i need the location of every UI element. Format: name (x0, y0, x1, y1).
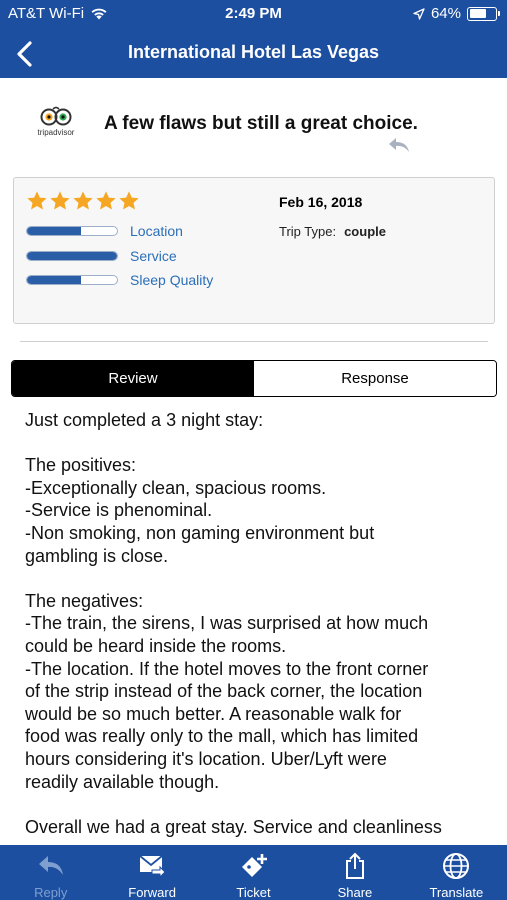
rating-bar-fill (27, 276, 81, 284)
tab-response[interactable]: Response (254, 361, 496, 396)
ticket-add-icon (239, 851, 269, 881)
battery-percent: 64% (430, 5, 461, 22)
forward-mail-icon (137, 851, 167, 881)
translate-button[interactable]: Translate (406, 845, 507, 900)
rating-row-location: Location (26, 223, 183, 239)
reply-icon (36, 851, 66, 881)
ratings-card: Location Service Sleep Quality Feb 16, 2… (13, 177, 495, 324)
rating-bar (26, 226, 118, 236)
review-date: Feb 16, 2018 (279, 194, 363, 210)
trip-type-value: couple (344, 224, 386, 239)
reply-label: Reply (34, 885, 68, 900)
review-text-line: -Exceptionally clean, spacious rooms. (25, 477, 327, 498)
forward-button[interactable]: Forward (101, 845, 202, 900)
review-text-line: -The location. If the hotel moves to the… (25, 658, 429, 679)
review-text-line: hours considering it's location. Uber/Ly… (25, 748, 387, 769)
star-icon (50, 191, 70, 210)
ticket-button[interactable]: Ticket (203, 845, 304, 900)
owl-eyes-icon (40, 106, 72, 126)
review-text-line: readily available though. (25, 771, 220, 792)
share-icon (340, 851, 370, 881)
battery-icon (467, 6, 500, 21)
bottom-toolbar: Reply Forward Ticket Share Translate (0, 845, 507, 900)
location-arrow-icon (413, 7, 425, 20)
star-icon (119, 191, 139, 210)
rating-bar (26, 275, 118, 285)
review-text: Just completed a 3 night stay: The positi… (25, 409, 495, 845)
translate-label: Translate (429, 885, 484, 900)
share-label: Share (337, 885, 373, 900)
star-rating (26, 190, 140, 212)
globe-icon (441, 851, 471, 881)
rating-row-service: Service (26, 248, 177, 264)
rating-bar-fill (27, 252, 117, 260)
review-text-line: -Non smoking, non gaming environment but (25, 522, 375, 543)
review-text-line: would be so much better. A reasonable wa… (25, 703, 402, 724)
tripadvisor-logo: tripadvisor (26, 106, 86, 140)
review-text-line: of the strip instead of the back corner,… (25, 681, 423, 702)
rating-label: Service (130, 248, 177, 264)
reply-button[interactable]: Reply (0, 845, 101, 900)
review-text-line: could be heard inside the rooms. (25, 635, 287, 656)
rating-bar-fill (27, 227, 81, 235)
rating-label: Sleep Quality (130, 272, 214, 288)
divider (20, 341, 488, 342)
reply-arrow-icon (389, 138, 409, 152)
trip-type-label: Trip Type: (279, 224, 337, 239)
review-text-line: Just completed a 3 night stay: (25, 410, 264, 430)
status-right: 64% (413, 5, 500, 22)
battery-fill (469, 9, 486, 18)
forward-label: Forward (128, 885, 176, 900)
review-response-tabs: Review Response (11, 360, 497, 397)
review-text-line: The negatives: (25, 590, 144, 611)
review-text-line: gambling is close. (25, 545, 169, 566)
star-icon (96, 191, 116, 210)
share-button[interactable]: Share (304, 845, 405, 900)
navigation-bar: International Hotel Las Vegas (0, 30, 507, 78)
rating-label: Location (130, 223, 183, 239)
star-icon (73, 191, 93, 210)
tripadvisor-logo-text: tripadvisor (37, 128, 75, 137)
rating-bar (26, 251, 118, 261)
review-text-line: Overall we had a great stay. Service and… (25, 816, 442, 837)
rating-row-sleep-quality: Sleep Quality (26, 272, 213, 288)
review-text-line: -Service is phenominal. (25, 500, 213, 521)
review-header: tripadvisor A few flaws but still a grea… (0, 78, 507, 170)
status-bar: AT&T Wi-Fi 2:49 PM 64% (0, 0, 507, 30)
tab-review[interactable]: Review (12, 361, 254, 396)
star-icon (27, 191, 47, 210)
trip-type: Trip Type: couple (279, 224, 386, 239)
page-title: International Hotel Las Vegas (127, 42, 380, 62)
review-headline: A few flaws but still a great choice. (104, 113, 418, 134)
review-text-line: The positives: (25, 455, 137, 476)
ticket-label: Ticket (236, 885, 271, 900)
reply-arrow-button[interactable] (386, 134, 412, 156)
review-text-line: -The train, the sirens, I was surprised … (25, 613, 429, 634)
review-text-line: food was really only to the mall, which … (25, 726, 419, 747)
